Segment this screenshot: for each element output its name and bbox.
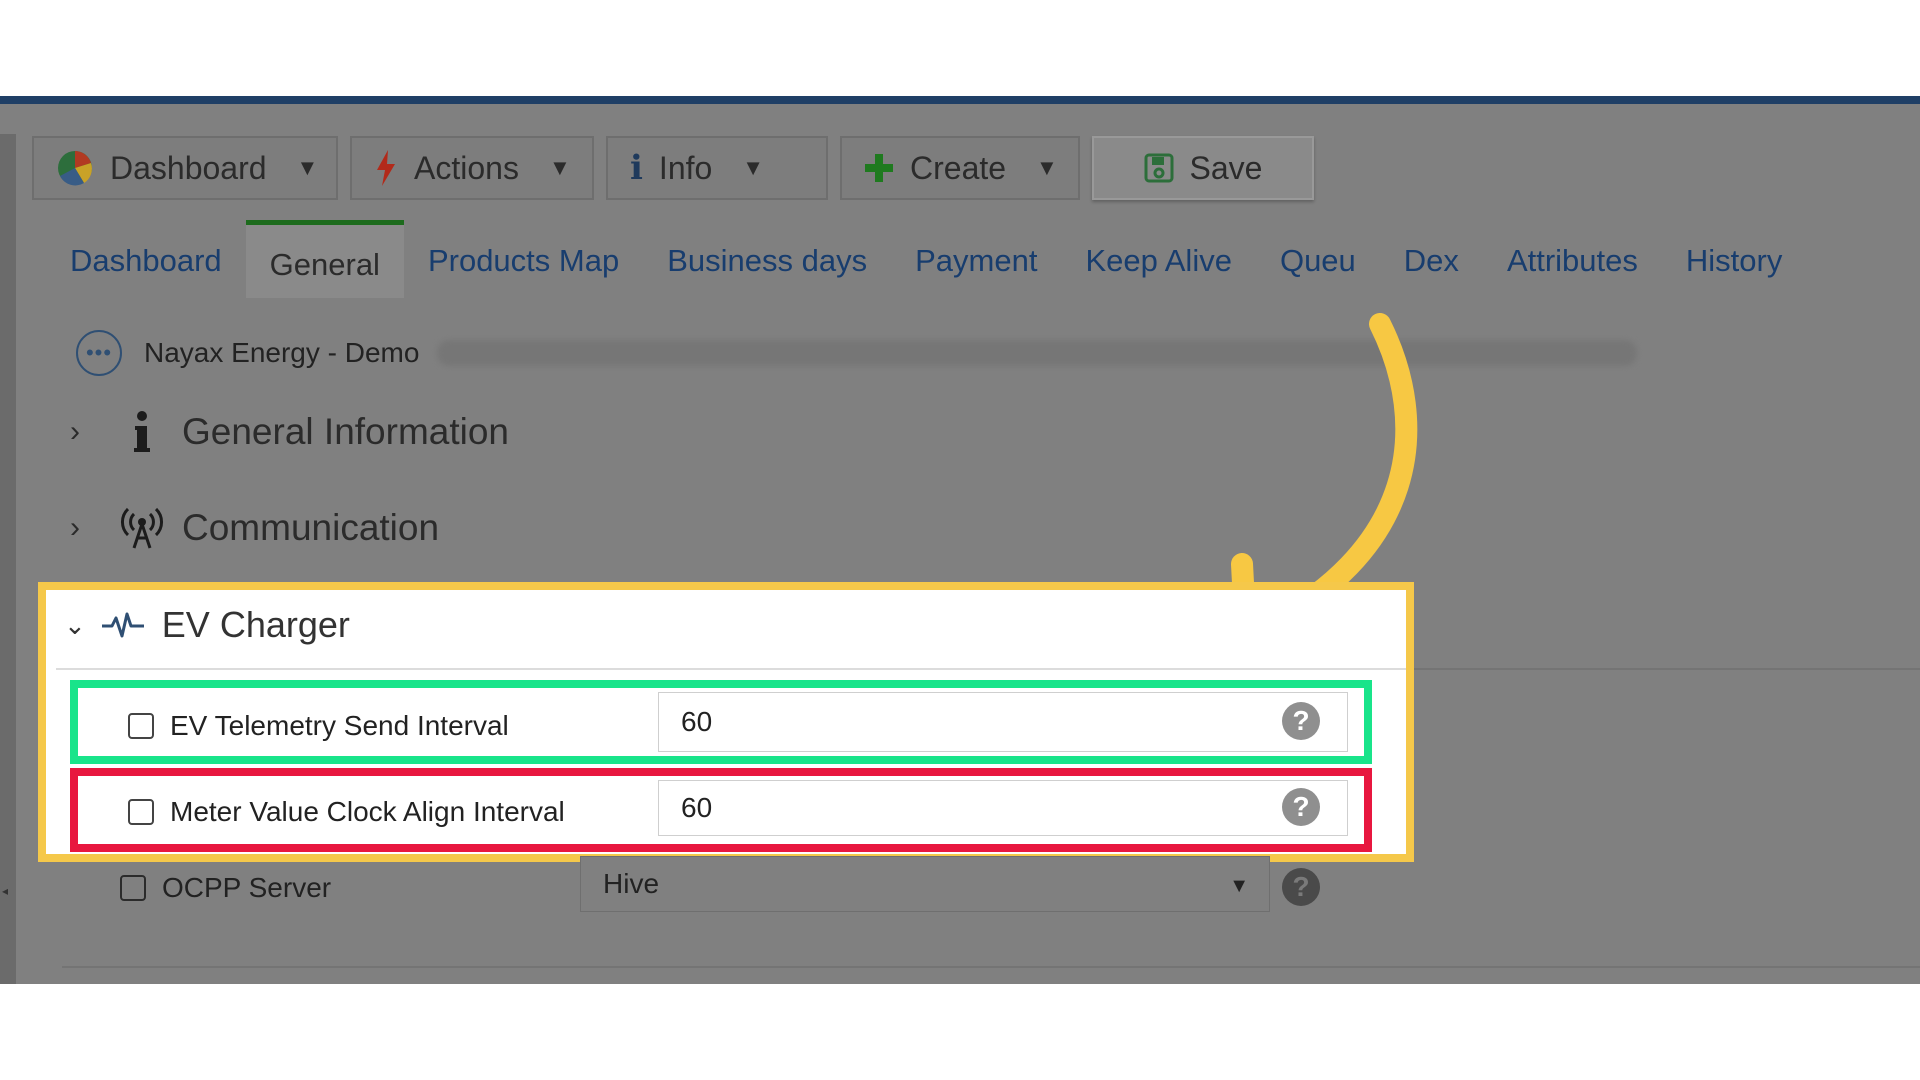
ev-telemetry-label: EV Telemetry Send Interval: [170, 710, 509, 741]
lightning-icon: [374, 149, 398, 187]
tab-payment[interactable]: Payment: [891, 224, 1061, 298]
meter-value-label: Meter Value Clock Align Interval: [170, 796, 565, 827]
chevron-down-icon: ⌄: [64, 609, 86, 640]
ocpp-server-checkbox[interactable]: [120, 875, 146, 901]
tab-keep-alive[interactable]: Keep Alive: [1061, 224, 1256, 298]
create-button[interactable]: Create ▼: [840, 136, 1080, 200]
save-button[interactable]: Save: [1092, 136, 1314, 200]
ev-section-divider: [56, 668, 1406, 670]
dashboard-button[interactable]: Dashboard ▼: [32, 136, 338, 200]
chevron-down-icon: ▼: [296, 155, 319, 180]
ocpp-server-label-group: OCPP Server: [120, 872, 331, 904]
section-title: Communication: [182, 507, 440, 548]
chevron-right-icon: ›: [70, 511, 80, 544]
info-button[interactable]: i Info ▼: [606, 136, 828, 200]
section-title: EV Charger: [161, 604, 350, 645]
antenna-icon: [114, 506, 170, 550]
section-communication[interactable]: › Communication: [70, 506, 439, 550]
ocpp-server-label: OCPP Server: [162, 872, 332, 903]
tab-history[interactable]: History: [1662, 224, 1806, 298]
info-icon: i: [630, 148, 643, 188]
save-button-label: Save: [1189, 149, 1263, 186]
collapse-arrow-icon[interactable]: ◂: [2, 884, 8, 898]
tab-bar: Dashboard General Products Map Business …: [46, 220, 1806, 298]
chevron-down-icon: ▼: [1229, 875, 1249, 897]
panel-bottom-divider: [62, 966, 1920, 968]
ev-telemetry-input[interactable]: 60: [658, 692, 1348, 752]
dashboard-button-label: Dashboard: [110, 149, 267, 186]
section-general-information[interactable]: › General Information: [70, 410, 509, 454]
chevron-right-icon: ›: [70, 415, 80, 448]
actions-button[interactable]: Actions ▼: [350, 136, 594, 200]
meter-value-label-group: Meter Value Clock Align Interval: [128, 796, 565, 828]
tab-attributes[interactable]: Attributes: [1483, 224, 1662, 298]
ev-telemetry-label-group: EV Telemetry Send Interval: [128, 710, 509, 742]
tab-queue[interactable]: Queu: [1256, 224, 1380, 298]
pie-chart-icon: [56, 149, 94, 187]
section-title: General Information: [182, 411, 510, 452]
device-name: Nayax Energy - Demo: [144, 337, 420, 368]
actions-button-label: Actions: [414, 149, 519, 186]
info-button-label: Info: [658, 149, 713, 186]
chevron-down-icon: ▼: [1036, 155, 1058, 180]
meter-value-checkbox[interactable]: [128, 799, 154, 825]
help-icon[interactable]: ?: [1282, 702, 1320, 740]
tab-general[interactable]: General: [245, 220, 404, 298]
ev-telemetry-row: EV Telemetry Send Interval 60 ?: [70, 680, 1372, 764]
ev-telemetry-checkbox[interactable]: [128, 713, 154, 739]
tab-business-days[interactable]: Business days: [643, 224, 891, 298]
header-accent-line: [0, 96, 1920, 104]
tab-dashboard[interactable]: Dashboard: [46, 224, 246, 298]
section-ev-charger[interactable]: ⌄ EV Charger: [64, 604, 350, 646]
ocpp-server-value: Hive: [603, 868, 660, 899]
pulse-icon: [100, 610, 146, 640]
help-icon[interactable]: ?: [1282, 788, 1320, 826]
meter-value-input[interactable]: 60: [658, 780, 1348, 836]
toolbar: Dashboard ▼ Actions ▼ i Info ▼ Create ▼: [32, 136, 1314, 200]
create-button-label: Create: [910, 149, 1007, 186]
tab-dex[interactable]: Dex: [1380, 224, 1483, 298]
chevron-down-icon: ▼: [742, 155, 765, 180]
ocpp-server-select[interactable]: Hive ▼: [580, 856, 1270, 912]
plus-icon: [864, 153, 894, 183]
left-collapse-bar[interactable]: ◂: [0, 134, 16, 984]
ev-section-divider-outside: [1414, 668, 1920, 670]
tab-products-map[interactable]: Products Map: [404, 224, 643, 298]
info-icon: [114, 410, 170, 454]
more-options-icon[interactable]: •••: [76, 330, 122, 376]
save-icon: [1144, 153, 1174, 183]
chevron-down-icon: ▼: [548, 155, 571, 180]
meter-value-row: Meter Value Clock Align Interval 60 ?: [70, 768, 1372, 852]
help-icon[interactable]: ?: [1282, 868, 1320, 906]
